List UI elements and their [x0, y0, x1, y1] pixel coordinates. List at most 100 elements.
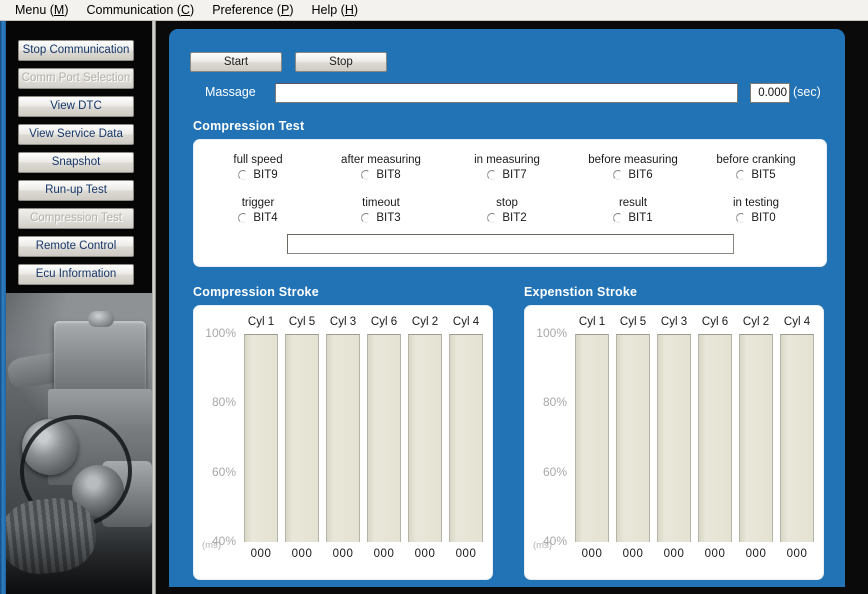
- expansion-bar-value: 000: [622, 548, 644, 560]
- expansion-bar-label: Cyl 2: [742, 316, 770, 328]
- expansion-bar: [739, 334, 773, 542]
- compression-bar-column: Cyl 5 000: [285, 316, 319, 560]
- stop-button[interactable]: Stop: [295, 52, 387, 72]
- flag-stop-caption: stop: [496, 197, 518, 209]
- expansion-stroke-chart: 100% 80% 60% 40% (ms) Cyl 1 000 Cyl 5 000 Cyl 3 00…: [524, 305, 824, 580]
- expansion-stroke-plot-area: 100% 80% 60% 40% (ms) Cyl 1 000 Cyl 5 000 Cyl 3 00…: [525, 306, 825, 581]
- flag-before-measuring[interactable]: before measuring BIT6: [579, 154, 687, 181]
- sidebar-item-view-dtc[interactable]: View DTC: [18, 96, 134, 117]
- expansion-bars: Cyl 1 000 Cyl 5 000 Cyl 3 000 Cyl 6 000 Cyl 2 000…: [571, 316, 817, 560]
- expansion-bar-column: Cyl 3 000: [657, 316, 691, 560]
- radio-icon-bit8[interactable]: [361, 170, 369, 180]
- compression-bar-label: Cyl 3: [329, 316, 357, 328]
- compression-bar-value: 000: [455, 548, 477, 560]
- flag-in-testing[interactable]: in testing BIT0: [702, 197, 810, 224]
- flag-before-measuring-caption: before measuring: [588, 154, 678, 166]
- sidebar-item-compression-test: Compression Test: [18, 208, 134, 229]
- menu-item-communication-tail: ): [190, 2, 195, 17]
- expansion-bar-label: Cyl 1: [578, 316, 606, 328]
- flag-before-cranking[interactable]: before cranking BIT5: [702, 154, 810, 181]
- compression-bar-label: Cyl 4: [452, 316, 480, 328]
- radio-icon-bit5[interactable]: [736, 170, 744, 180]
- expansion-bar-value: 000: [786, 548, 808, 560]
- menu-item-communication-accel: C: [180, 2, 191, 17]
- flag-in-measuring-caption: in measuring: [474, 154, 540, 166]
- radio-icon-bit7[interactable]: [487, 170, 495, 180]
- radio-icon-bit4[interactable]: [238, 213, 246, 223]
- compression-stroke-title: Compression Stroke: [193, 285, 319, 299]
- flag-trigger-bit: BIT4: [253, 212, 278, 224]
- flag-before-cranking-bit: BIT5: [751, 169, 776, 181]
- compression-ytick-1: 80%: [211, 395, 236, 410]
- expansion-bar-label: Cyl 6: [701, 316, 729, 328]
- menu-item-preference-tail: ): [289, 2, 294, 17]
- radio-icon-bit0[interactable]: [736, 213, 744, 223]
- flag-timeout-caption: timeout: [362, 197, 400, 209]
- expansion-ytick-1: 80%: [542, 395, 567, 410]
- elapsed-seconds-unit: (sec): [793, 85, 821, 99]
- menu-bar: Menu (M) Communication (C) Preference (P…: [0, 0, 868, 21]
- menu-item-menu-tail: ): [64, 2, 69, 17]
- flag-in-measuring-bit: BIT7: [502, 169, 527, 181]
- menu-item-menu[interactable]: Menu (M): [6, 1, 78, 20]
- flag-after-measuring[interactable]: after measuring BIT8: [327, 154, 435, 181]
- flag-full-speed-bit: BIT9: [253, 169, 278, 181]
- menu-item-menu-accel: M: [53, 2, 65, 17]
- menu-item-preference[interactable]: Preference (P): [203, 1, 302, 20]
- radio-icon-bit6[interactable]: [613, 170, 621, 180]
- compression-test-status-input[interactable]: [287, 234, 734, 254]
- expansion-bar: [698, 334, 732, 542]
- sidebar-item-snapshot[interactable]: Snapshot: [18, 152, 134, 173]
- compression-bar: [408, 334, 442, 542]
- menu-item-communication[interactable]: Communication (C): [78, 1, 204, 20]
- expansion-bar-column: Cyl 4 000: [780, 316, 814, 560]
- elapsed-seconds-value: 0.000: [750, 83, 790, 103]
- expansion-bar-value: 000: [704, 548, 726, 560]
- radio-icon-bit9[interactable]: [238, 170, 246, 180]
- menu-item-help-text: Help (: [311, 2, 345, 17]
- flag-in-measuring[interactable]: in measuring BIT7: [453, 154, 561, 181]
- menu-item-help-accel: H: [344, 2, 354, 17]
- compression-test-group-title: Compression Test: [193, 119, 305, 133]
- expansion-bar-column: Cyl 6 000: [698, 316, 732, 560]
- flag-stop[interactable]: stop BIT2: [453, 197, 561, 224]
- radio-icon-bit3[interactable]: [361, 213, 369, 223]
- menu-item-menu-text: Menu (: [15, 2, 54, 17]
- sidebar-item-stop-communication[interactable]: Stop Communication: [18, 40, 134, 61]
- expansion-bar-column: Cyl 2 000: [739, 316, 773, 560]
- sidebar-item-comm-port-selection: Comm Port Selection: [18, 68, 134, 89]
- massage-label: Massage: [205, 85, 256, 99]
- menu-item-communication-text: Communication (: [86, 2, 181, 17]
- flag-trigger[interactable]: trigger BIT4: [204, 197, 312, 224]
- start-button[interactable]: Start: [190, 52, 282, 72]
- compression-bar-value: 000: [414, 548, 436, 560]
- compression-ytick-2: 60%: [211, 464, 236, 479]
- flag-result-bit: BIT1: [628, 212, 653, 224]
- flag-result-caption: result: [618, 197, 648, 209]
- radio-icon-bit2[interactable]: [487, 213, 495, 223]
- compression-stroke-chart: 100% 80% 60% 40% (ms) Cyl 1 000 Cyl 5 000 Cyl 3 00…: [193, 305, 493, 580]
- sidebar-item-ecu-information[interactable]: Ecu Information: [18, 264, 134, 285]
- expansion-bar: [575, 334, 609, 542]
- flag-in-testing-caption: in testing: [732, 197, 780, 209]
- sidebar-item-remote-control[interactable]: Remote Control: [18, 236, 134, 257]
- sidebar-item-view-service-data[interactable]: View Service Data: [18, 124, 134, 145]
- expansion-bar-label: Cyl 5: [619, 316, 647, 328]
- massage-input[interactable]: [275, 83, 738, 103]
- compression-bar-column: Cyl 6 000: [367, 316, 401, 560]
- expansion-bar-value: 000: [581, 548, 603, 560]
- menu-item-help[interactable]: Help (H): [302, 1, 367, 20]
- compression-bar: [244, 334, 278, 542]
- flag-full-speed[interactable]: full speed BIT9: [204, 154, 312, 181]
- flag-timeout[interactable]: timeout BIT3: [327, 197, 435, 224]
- flag-full-speed-caption: full speed: [233, 154, 283, 166]
- compression-bar-value: 000: [332, 548, 354, 560]
- flag-in-testing-bit: BIT0: [751, 212, 776, 224]
- flag-after-measuring-bit: BIT8: [376, 169, 401, 181]
- compression-bar: [449, 334, 483, 542]
- compression-bar: [285, 334, 319, 542]
- flag-result[interactable]: result BIT1: [579, 197, 687, 224]
- sidebar-item-run-up-test[interactable]: Run-up Test: [18, 180, 134, 201]
- engine-photo-cylinder-head: [54, 321, 146, 393]
- radio-icon-bit1[interactable]: [613, 213, 621, 223]
